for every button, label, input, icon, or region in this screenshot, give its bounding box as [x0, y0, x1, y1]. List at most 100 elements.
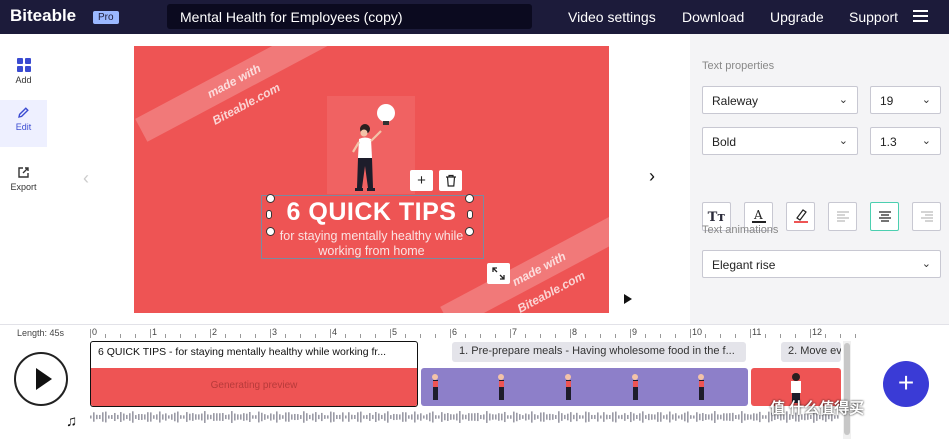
scene-2-figures — [432, 374, 704, 400]
audio-waveform[interactable] — [90, 410, 845, 424]
ruler-minor-tick — [375, 334, 376, 338]
align-center-button[interactable] — [870, 202, 899, 231]
ruler-label: 2 — [212, 327, 218, 337]
scene-title-3[interactable]: 2. Move ev — [781, 342, 841, 362]
project-title-input[interactable]: Mental Health for Employees (copy) — [167, 4, 532, 29]
nav-video-settings[interactable]: Video settings — [568, 9, 656, 25]
sidebar-add-button[interactable]: Add — [0, 52, 47, 97]
ruler-label: 4 — [332, 327, 338, 337]
hamburger-menu-icon[interactable] — [913, 10, 928, 23]
next-scene-arrow-icon[interactable]: › — [649, 166, 655, 187]
sidebar-add-label: Add — [15, 75, 32, 85]
watermark-ribbon-top: made with Biteable.com — [135, 46, 333, 142]
font-family-value: Raleway — [712, 94, 759, 108]
ruler-tick — [750, 329, 751, 338]
resize-handle-bottom-left[interactable] — [266, 227, 275, 236]
chevron-down-icon: ⌄ — [921, 135, 931, 147]
ruler-tick — [510, 329, 511, 338]
ruler-label: 3 — [272, 327, 278, 337]
generating-preview-text: Generating preview — [210, 380, 298, 391]
font-weight-select[interactable]: Bold ⌄ — [702, 127, 858, 155]
music-note-icon[interactable]: ♫ — [66, 413, 77, 430]
ruler-minor-tick — [465, 334, 466, 338]
sidebar-export-label: Export — [10, 182, 37, 192]
play-icon — [36, 368, 52, 390]
add-element-button[interactable]: + — [410, 170, 433, 191]
ruler-label: 11 — [752, 327, 762, 337]
resize-handle-bottom-right[interactable] — [465, 227, 474, 236]
chevron-down-icon: ⌄ — [921, 258, 931, 270]
ruler-minor-tick — [780, 334, 781, 338]
ruler-minor-tick — [435, 334, 436, 338]
ruler-minor-tick — [405, 334, 406, 338]
svg-text:A: A — [753, 208, 763, 222]
play-button[interactable] — [14, 352, 68, 406]
resize-handle-right[interactable] — [467, 210, 473, 219]
sidebar-edit-button[interactable]: Edit — [0, 100, 47, 147]
ruler-minor-tick — [675, 334, 676, 338]
ruler-minor-tick — [360, 334, 361, 338]
text-properties-label: Text properties — [702, 60, 775, 72]
ruler-minor-tick — [795, 334, 796, 338]
ruler-minor-tick — [285, 334, 286, 338]
ruler-label: 6 — [452, 327, 458, 337]
align-right-icon — [920, 211, 933, 222]
resize-handle-left[interactable] — [266, 210, 272, 219]
ruler-minor-tick — [645, 334, 646, 338]
font-family-select[interactable]: Raleway ⌄ — [702, 86, 858, 114]
highlight-color-button[interactable] — [786, 202, 815, 231]
preview-play-icon[interactable] — [624, 294, 632, 304]
ruler-minor-tick — [300, 334, 301, 338]
watermark-text-bottom: made with Biteable.com — [509, 249, 588, 313]
scene-clip-2[interactable] — [421, 368, 748, 406]
site-watermark: 值 什么值得买 — [770, 400, 865, 417]
ruler-minor-tick — [345, 334, 346, 338]
timeline-ruler[interactable]: 0 1 2 3 4 5 6 7 8 9 10 11 12 — [90, 327, 856, 339]
ruler-minor-tick — [225, 334, 226, 338]
ruler-label: 8 — [572, 327, 578, 337]
scene-title-1: 6 QUICK TIPS - for staying mentally heal… — [98, 346, 387, 358]
ruler-minor-tick — [615, 334, 616, 338]
ruler-minor-tick — [180, 334, 181, 338]
ruler-minor-tick — [195, 334, 196, 338]
scene-title-2[interactable]: 1. Pre-prepare meals - Having wholesome … — [452, 342, 746, 362]
left-sidebar: Add Edit Export — [0, 34, 47, 324]
add-scene-button[interactable]: + — [883, 361, 929, 407]
ruler-tick — [690, 329, 691, 338]
chevron-down-icon: ⌄ — [921, 94, 931, 106]
timeline-scrollbar-thumb[interactable] — [844, 343, 850, 435]
video-canvas[interactable]: made with Biteable.com made with Biteabl… — [134, 46, 609, 313]
ruler-minor-tick — [840, 334, 841, 338]
align-right-button[interactable] — [912, 202, 941, 231]
text-selection-box[interactable] — [261, 195, 484, 259]
nav-download[interactable]: Download — [682, 9, 744, 25]
prev-scene-arrow-icon[interactable]: ‹ — [83, 168, 89, 189]
ruler-tick — [330, 329, 331, 338]
ruler-tick — [450, 329, 451, 338]
ruler-minor-tick — [555, 334, 556, 338]
text-animation-select[interactable]: Elegant rise ⌄ — [702, 250, 941, 278]
expand-arrows-icon — [492, 267, 505, 280]
expand-button[interactable] — [487, 263, 510, 284]
nav-support[interactable]: Support — [849, 9, 898, 25]
highlighter-icon — [793, 209, 808, 223]
font-size-select[interactable]: 19 ⌄ — [870, 86, 941, 114]
font-weight-value: Bold — [712, 135, 737, 149]
align-left-button[interactable] — [828, 202, 857, 231]
sidebar-export-button[interactable]: Export — [0, 160, 47, 205]
text-animation-value: Elegant rise — [712, 258, 776, 272]
nav-upgrade[interactable]: Upgrade — [770, 9, 824, 25]
ruler-minor-tick — [165, 334, 166, 338]
resize-handle-top-left[interactable] — [266, 194, 275, 203]
pro-badge: Pro — [93, 11, 119, 24]
scene-card-1[interactable]: 6 QUICK TIPS - for staying mentally heal… — [90, 341, 418, 407]
ruler-tick — [150, 329, 151, 338]
biteable-logo[interactable]: Biteable — [10, 6, 76, 26]
resize-handle-top-right[interactable] — [465, 194, 474, 203]
line-height-select[interactable]: 1.3 ⌄ — [870, 127, 941, 155]
ruler-tick — [390, 329, 391, 338]
delete-element-button[interactable] — [439, 170, 462, 191]
ruler-minor-tick — [240, 334, 241, 338]
ruler-label: 10 — [692, 327, 703, 337]
ruler-label: 1 — [152, 327, 158, 337]
